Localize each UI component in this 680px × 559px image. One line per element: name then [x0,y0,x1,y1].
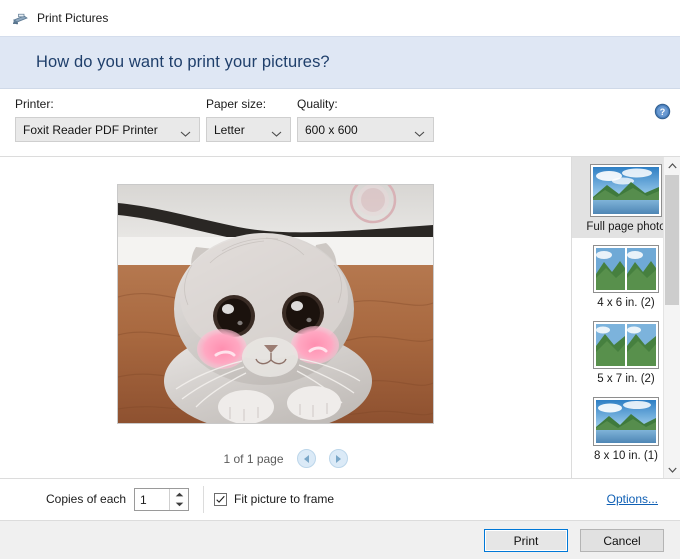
layout-item-label: 4 x 6 in. (2) [597,297,655,309]
layout-item-label: 5 x 7 in. (2) [597,373,655,385]
preview-photo-frame [117,184,434,424]
chevron-down-icon[interactable] [664,461,680,478]
spin-down-icon[interactable] [170,500,188,511]
quality-field: Quality: 600 x 600 [297,97,434,142]
quality-value: 600 x 600 [305,122,358,137]
page-status: 1 of 1 page [223,451,284,466]
options-bar: Copies of each Fit picture to frame Opti… [0,479,680,520]
chevron-right-circle-icon[interactable] [328,449,348,468]
layout-thumbnail [593,245,659,293]
paper-size-label: Paper size: [206,97,267,111]
dialog-footer: Print Cancel [0,520,680,559]
settings-bar: Printer: Foxit Reader PDF Printer Paper … [0,89,680,153]
help-circle-icon[interactable]: ? [654,103,671,120]
printer-icon [11,11,29,27]
chevron-down-icon [180,126,191,137]
checkbox-box[interactable] [214,492,227,506]
chevron-down-icon [271,126,282,137]
chevron-down-icon [414,126,425,137]
copies-label: Copies of each [46,492,127,506]
printer-value: Foxit Reader PDF Printer [23,122,158,137]
stepper-arrows[interactable] [169,489,188,510]
options-divider [203,486,204,513]
title-bar: Print Pictures [0,0,680,36]
layout-item-label: Full page photo [586,221,666,233]
preview-photo [118,185,433,423]
quality-select[interactable]: 600 x 600 [297,117,434,142]
printer-field: Printer: Foxit Reader PDF Printer [15,97,200,142]
cancel-button[interactable]: Cancel [580,529,664,552]
options-link[interactable]: Options... [607,492,658,506]
chevron-up-icon[interactable] [664,157,680,174]
layout-item-label: 8 x 10 in. (1) [594,450,658,462]
paper-size-field: Paper size: Letter [206,97,291,142]
layout-thumbnail [590,164,662,217]
copies-stepper[interactable] [134,488,189,511]
fit-picture-label: Fit picture to frame [234,492,335,506]
heading-band: How do you want to print your pictures? [0,36,680,89]
page-navigation: 1 of 1 page [0,449,571,468]
paper-size-select[interactable]: Letter [206,117,291,142]
layout-thumbnail [593,397,659,446]
print-button[interactable]: Print [484,529,568,552]
content-area: 1 of 1 page Full page photo 4 x 6 in. (2… [0,156,680,479]
svg-text:?: ? [660,107,666,117]
window-title: Print Pictures [37,11,109,25]
layout-thumbnail [593,321,659,369]
page-title: How do you want to print your pictures? [36,53,330,71]
scrollbar-thumb[interactable] [665,175,679,305]
spin-up-icon[interactable] [170,489,188,500]
fit-picture-to-frame-checkbox[interactable]: Fit picture to frame [214,492,334,506]
print-preview-pane: 1 of 1 page [0,157,571,478]
layout-list-scrollbar[interactable] [663,157,680,478]
paper-size-value: Letter [214,122,245,137]
printer-select[interactable]: Foxit Reader PDF Printer [15,117,200,142]
chevron-left-circle-icon[interactable] [296,449,316,468]
quality-label: Quality: [297,97,338,111]
printer-label: Printer: [15,97,54,111]
layout-list[interactable]: Full page photo 4 x 6 in. (2) 5 x 7 in. … [571,157,680,478]
